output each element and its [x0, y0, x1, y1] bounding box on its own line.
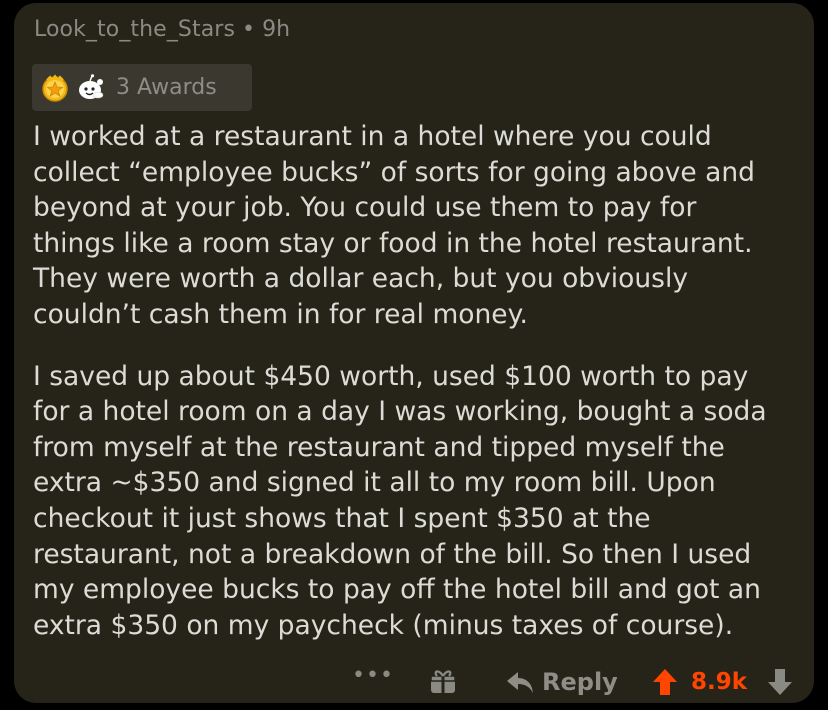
comment-age: 9h: [262, 17, 291, 42]
vote-score: 8.9k: [691, 669, 748, 695]
comment-paragraph: I worked at a restaurant in a hotel wher…: [33, 121, 755, 330]
comment-body: I worked at a restaurant in a hotel wher…: [33, 119, 803, 643]
more-options-icon[interactable]: •••: [352, 663, 394, 688]
reply-button[interactable]: Reply: [506, 665, 618, 699]
comment-action-bar: ••• Reply 8.9k: [14, 659, 814, 699]
gold-star-award-icon: [42, 73, 68, 102]
upvote-arrow-icon[interactable]: [652, 668, 678, 696]
author-name[interactable]: Look_to_the_Stars: [34, 17, 235, 42]
comment-paragraph: I saved up about $450 worth, used $100 w…: [33, 360, 767, 641]
reply-arrow-icon: [507, 672, 533, 693]
awards-count-label: 3 Awards: [116, 75, 217, 100]
downvote-arrow-icon[interactable]: [767, 668, 793, 696]
awards-badge[interactable]: 3 Awards: [32, 64, 252, 111]
reply-label: Reply: [542, 668, 618, 696]
comment-meta: Look_to_the_Stars • 9h: [34, 17, 290, 42]
wholesome-award-icon: [79, 73, 104, 99]
comment-card: Look_to_the_Stars • 9h 3 Awards I worked a…: [14, 3, 814, 703]
give-award-gift-icon[interactable]: [429, 667, 457, 695]
meta-separator: •: [242, 17, 256, 42]
